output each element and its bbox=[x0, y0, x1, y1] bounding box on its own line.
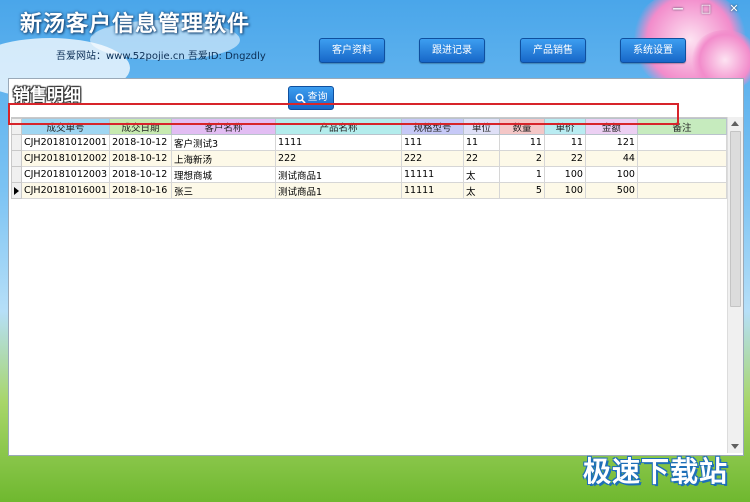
query-button-label: 查询 bbox=[307, 92, 328, 103]
table-row[interactable]: CJH20181012002 2018-10-12 上海新汤 222 222 2… bbox=[11, 150, 728, 167]
column-header[interactable]: 客户名称 bbox=[171, 118, 277, 135]
table-cell[interactable]: 11111 bbox=[401, 182, 464, 199]
table-cell[interactable]: 222 bbox=[401, 150, 464, 167]
row-header-corner bbox=[11, 118, 22, 135]
search-icon bbox=[295, 93, 306, 104]
panel-title: 销售明细 bbox=[13, 86, 81, 106]
table-cell[interactable]: 上海新汤 bbox=[171, 150, 277, 167]
table-cell[interactable]: CJH20181012003 bbox=[20, 166, 111, 183]
table-cell[interactable] bbox=[636, 150, 728, 167]
nav-button-customers[interactable]: 客户资料 bbox=[319, 38, 385, 63]
table-cell[interactable]: 222 bbox=[275, 150, 402, 167]
table-row[interactable]: CJH20181012003 2018-10-12 理想商城 测试商品1 111… bbox=[11, 166, 728, 183]
row-header[interactable] bbox=[11, 182, 22, 199]
column-header[interactable]: 单位 bbox=[462, 118, 500, 135]
table-row-selected[interactable]: CJH20181016001 2018-10-16 张三 测试商品1 11111… bbox=[11, 182, 728, 199]
table-cell[interactable]: 理想商城 bbox=[171, 166, 277, 183]
table-cell[interactable]: 张三 bbox=[171, 182, 277, 199]
table-row[interactable]: CJH20181012001 2018-10-12 客户测试3 1111 111… bbox=[11, 134, 728, 151]
column-header[interactable]: 单价 bbox=[543, 118, 586, 135]
table-cell[interactable]: 2 bbox=[498, 150, 545, 167]
sales-table: 成交单号 成交日期 客户名称 产品名称 规格型号 单位 数量 单价 金额 备注 bbox=[11, 118, 728, 199]
row-header[interactable] bbox=[11, 166, 22, 183]
column-header[interactable]: 规格型号 bbox=[401, 118, 464, 135]
column-header[interactable]: 成交单号 bbox=[20, 118, 111, 135]
scrollbar-thumb[interactable] bbox=[730, 131, 741, 307]
column-header[interactable]: 产品名称 bbox=[275, 118, 402, 135]
table-cell[interactable]: 客户测试3 bbox=[171, 134, 277, 151]
table-cell[interactable]: 太 bbox=[462, 166, 500, 183]
table-cell[interactable]: 500 bbox=[584, 182, 638, 199]
table-cell[interactable]: 测试商品1 bbox=[275, 182, 402, 199]
window-controls: — □ ✕ bbox=[668, 2, 744, 16]
table-cell[interactable]: 100 bbox=[543, 182, 586, 199]
nav-button-followups[interactable]: 跟进记录 bbox=[419, 38, 485, 63]
table-cell[interactable]: 22 bbox=[543, 150, 586, 167]
table-cell[interactable]: 2018-10-12 bbox=[109, 150, 173, 167]
scroll-down-icon[interactable] bbox=[731, 444, 739, 449]
table-cell[interactable]: 121 bbox=[584, 134, 638, 151]
table-cell[interactable]: 44 bbox=[584, 150, 638, 167]
table-cell[interactable]: 2018-10-12 bbox=[109, 166, 173, 183]
column-header[interactable]: 数量 bbox=[498, 118, 545, 135]
scroll-up-icon[interactable] bbox=[731, 121, 739, 126]
table-cell[interactable]: 11 bbox=[498, 134, 545, 151]
nav-button-sales[interactable]: 产品销售 bbox=[520, 38, 586, 63]
table-cell[interactable]: 100 bbox=[543, 166, 586, 183]
table-cell[interactable]: 测试商品1 bbox=[275, 166, 402, 183]
table-cell[interactable]: 1 bbox=[498, 166, 545, 183]
close-icon[interactable]: ✕ bbox=[724, 2, 744, 16]
table-cell[interactable]: 111 bbox=[401, 134, 464, 151]
table-cell[interactable]: 11111 bbox=[401, 166, 464, 183]
sales-grid[interactable]: 成交单号 成交日期 客户名称 产品名称 规格型号 单位 数量 单价 金额 备注 bbox=[11, 117, 728, 454]
sales-detail-panel: 销售明细 查询 成交单号 成交日期 客户名称 产品名称 规格型号 单位 数量 单… bbox=[8, 78, 744, 456]
table-cell[interactable]: 11 bbox=[462, 134, 500, 151]
app-window: 新汤客户信息管理软件 吾爱网站：www.52pojie.cn 吾爱ID: Dng… bbox=[0, 0, 750, 502]
row-header[interactable] bbox=[11, 134, 22, 151]
table-cell[interactable] bbox=[636, 166, 728, 183]
table-header-row: 成交单号 成交日期 客户名称 产品名称 规格型号 单位 数量 单价 金额 备注 bbox=[11, 118, 728, 135]
table-cell[interactable]: 2018-10-16 bbox=[109, 182, 173, 199]
table-cell[interactable] bbox=[636, 182, 728, 199]
table-cell[interactable] bbox=[636, 134, 728, 151]
table-cell[interactable]: CJH20181016001 bbox=[20, 182, 111, 199]
column-header[interactable]: 金额 bbox=[584, 118, 638, 135]
column-header[interactable]: 备注 bbox=[636, 118, 728, 135]
table-cell[interactable]: 太 bbox=[462, 182, 500, 199]
table-cell[interactable]: CJH20181012002 bbox=[20, 150, 111, 167]
table-cell[interactable]: 22 bbox=[462, 150, 500, 167]
vertical-scrollbar[interactable] bbox=[727, 117, 743, 453]
app-subtitle: 吾爱网站：www.52pojie.cn 吾爱ID: Dngzdly bbox=[56, 51, 266, 62]
minimize-icon[interactable]: — bbox=[668, 2, 688, 16]
watermark-logo: 极速下载站 bbox=[582, 455, 728, 488]
query-button[interactable]: 查询 bbox=[288, 86, 334, 110]
table-cell[interactable]: 5 bbox=[498, 182, 545, 199]
table-cell[interactable]: 1111 bbox=[275, 134, 402, 151]
nav-button-settings[interactable]: 系统设置 bbox=[620, 38, 686, 63]
column-header[interactable]: 成交日期 bbox=[109, 118, 173, 135]
app-title: 新汤客户信息管理软件 bbox=[20, 12, 251, 37]
table-cell[interactable]: CJH20181012001 bbox=[20, 134, 111, 151]
current-row-arrow-icon bbox=[14, 187, 19, 195]
table-cell[interactable]: 100 bbox=[584, 166, 638, 183]
maximize-icon[interactable]: □ bbox=[696, 2, 716, 16]
row-header[interactable] bbox=[11, 150, 22, 167]
table-cell[interactable]: 11 bbox=[543, 134, 586, 151]
table-cell[interactable]: 2018-10-12 bbox=[109, 134, 173, 151]
